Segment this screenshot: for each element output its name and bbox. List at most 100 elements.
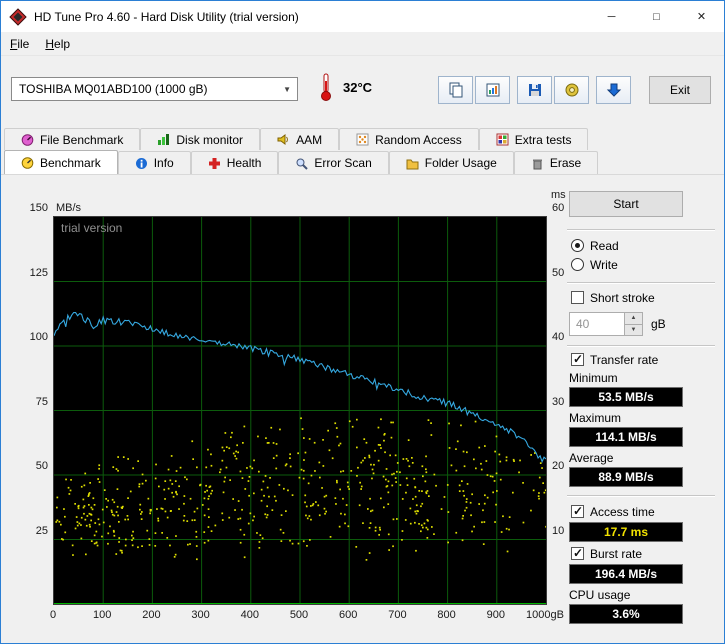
close-button[interactable]: ✕	[679, 1, 724, 32]
tab-erase[interactable]: Erase	[513, 151, 599, 174]
extra-tests-icon	[496, 133, 509, 146]
spinner-down-icon[interactable]: ▼	[625, 324, 643, 336]
tab-row-bottom: Benchmark Info Health Error Scan Folder …	[4, 150, 599, 174]
tab-random-access[interactable]: Random Access	[339, 128, 479, 150]
tab-health[interactable]: Health	[190, 151, 279, 174]
y-right-axis-unit: ms	[551, 189, 566, 201]
y-left-tick: 125	[29, 266, 48, 279]
trash-icon	[532, 159, 542, 169]
short-stroke-spinner[interactable]: 40 ▲ ▼	[569, 312, 643, 336]
cpu-usage-value: 3.6%	[569, 604, 683, 624]
app-window: HD Tune Pro 4.60 - Hard Disk Utility (tr…	[0, 0, 725, 644]
short-stroke-checkbox[interactable]: Short stroke	[571, 290, 655, 305]
app-logo-icon	[9, 7, 27, 26]
tab-aam[interactable]: AAM	[260, 128, 340, 150]
cpu-usage-label: CPU usage	[569, 588, 631, 602]
menubar: File Help	[1, 32, 724, 56]
average-label: Average	[569, 451, 614, 465]
y-left-tick: 150	[29, 202, 48, 214]
tab-label: Info	[153, 156, 174, 170]
tab-label: Erase	[549, 156, 582, 170]
average-value: 88.9 MB/s	[569, 467, 683, 487]
health-cross-icon	[208, 157, 220, 169]
tab-label: Extra tests	[514, 132, 572, 147]
random-access-icon	[356, 133, 369, 146]
chart-canvas	[54, 217, 546, 604]
copy-image-icon	[486, 83, 499, 97]
save-icon	[528, 84, 541, 96]
export-icon	[565, 83, 578, 97]
disk-monitor-icon	[158, 134, 170, 145]
folder-icon	[406, 159, 419, 169]
write-label: Write	[590, 257, 618, 272]
copy-screenshot-button[interactable]	[475, 76, 510, 104]
trial-watermark: trial version	[61, 221, 123, 235]
access-time-checkbox[interactable]: Access time	[571, 504, 655, 519]
titlebar: HD Tune Pro 4.60 - Hard Disk Utility (tr…	[1, 1, 724, 32]
tab-file-benchmark[interactable]: File Benchmark	[4, 128, 141, 150]
transfer-rate-check-indicator	[571, 352, 584, 366]
read-radio[interactable]: Read	[571, 238, 619, 253]
separator	[567, 229, 715, 231]
menu-help[interactable]: Help	[38, 34, 77, 54]
info-icon	[135, 157, 147, 169]
access-time-label: Access time	[590, 504, 655, 519]
combobox-arrow-icon: ▼	[283, 84, 291, 94]
maximum-value: 114.1 MB/s	[569, 427, 683, 447]
separator	[567, 282, 715, 284]
menu-file[interactable]: File	[3, 34, 36, 54]
exit-button[interactable]: Exit	[649, 76, 711, 104]
tab-benchmark[interactable]: Benchmark	[4, 150, 118, 174]
burst-rate-checkbox[interactable]: Burst rate	[571, 546, 642, 561]
save-screenshot-button[interactable]	[517, 76, 552, 104]
write-radio[interactable]: Write	[571, 257, 618, 272]
copy-icon	[449, 82, 462, 98]
benchmark-chart: trial version	[53, 216, 547, 605]
hdtune-logo-icon	[9, 7, 27, 26]
access-time-check-indicator	[571, 504, 584, 518]
temperature-value: 32°C	[343, 80, 373, 95]
export-results-button[interactable]	[554, 76, 589, 104]
write-radio-indicator	[571, 258, 584, 271]
y-left-tick: 25	[35, 524, 48, 537]
minimum-label: Minimum	[569, 371, 618, 385]
drive-select-value: TOSHIBA MQ01ABD100 (1000 gB)	[19, 82, 208, 96]
thermometer-icon	[318, 72, 334, 105]
y-left-tick: 50	[35, 460, 48, 472]
burst-rate-check-indicator	[571, 546, 584, 560]
drive-select-combobox[interactable]: TOSHIBA MQ01ABD100 (1000 gB) ▼	[11, 77, 298, 101]
file-benchmark-icon	[21, 134, 34, 146]
short-stroke-label: Short stroke	[590, 290, 655, 305]
toolbar: TOSHIBA MQ01ABD100 (1000 gB) ▼ 32°C Exit	[1, 56, 724, 120]
tab-error-scan[interactable]: Error Scan	[278, 151, 389, 174]
maximum-label: Maximum	[569, 411, 622, 425]
download-arrow-icon	[606, 83, 621, 97]
window-title: HD Tune Pro 4.60 - Hard Disk Utility (tr…	[34, 9, 299, 24]
y-left-axis-unit: MB/s	[56, 202, 82, 214]
y-left-tick: 100	[29, 331, 48, 343]
start-button[interactable]: Start	[569, 191, 683, 217]
minimize-button[interactable]: ─	[589, 1, 634, 32]
transfer-rate-checkbox[interactable]: Transfer rate	[571, 352, 658, 367]
tab-disk-monitor[interactable]: Disk monitor	[140, 128, 261, 150]
transfer-rate-label: Transfer rate	[590, 352, 659, 367]
tab-label: Benchmark	[40, 155, 101, 170]
benchmark-icon	[21, 157, 34, 169]
tab-extra-tests[interactable]: Extra tests	[478, 128, 589, 150]
access-time-value: 17.7 ms	[569, 522, 683, 542]
tab-folder-usage[interactable]: Folder Usage	[388, 151, 514, 174]
copy-text-button[interactable]	[438, 76, 473, 104]
tab-label: AAM	[296, 132, 323, 147]
burst-rate-label: Burst rate	[590, 546, 643, 561]
minimum-value: 53.5 MB/s	[569, 387, 683, 407]
window-controls: ─ □ ✕	[589, 1, 724, 32]
magnifier-icon	[296, 158, 309, 170]
short-stroke-check-indicator	[571, 291, 584, 304]
maximize-button[interactable]: □	[634, 1, 679, 32]
save-results-button[interactable]	[596, 76, 631, 104]
tab-row-top: File Benchmark Disk monitor AAM Random A…	[4, 127, 589, 150]
spinner-up-icon[interactable]: ▲	[625, 312, 643, 325]
tabpage-divider	[1, 174, 724, 175]
tab-info[interactable]: Info	[117, 151, 191, 174]
burst-rate-value: 196.4 MB/s	[569, 564, 683, 584]
